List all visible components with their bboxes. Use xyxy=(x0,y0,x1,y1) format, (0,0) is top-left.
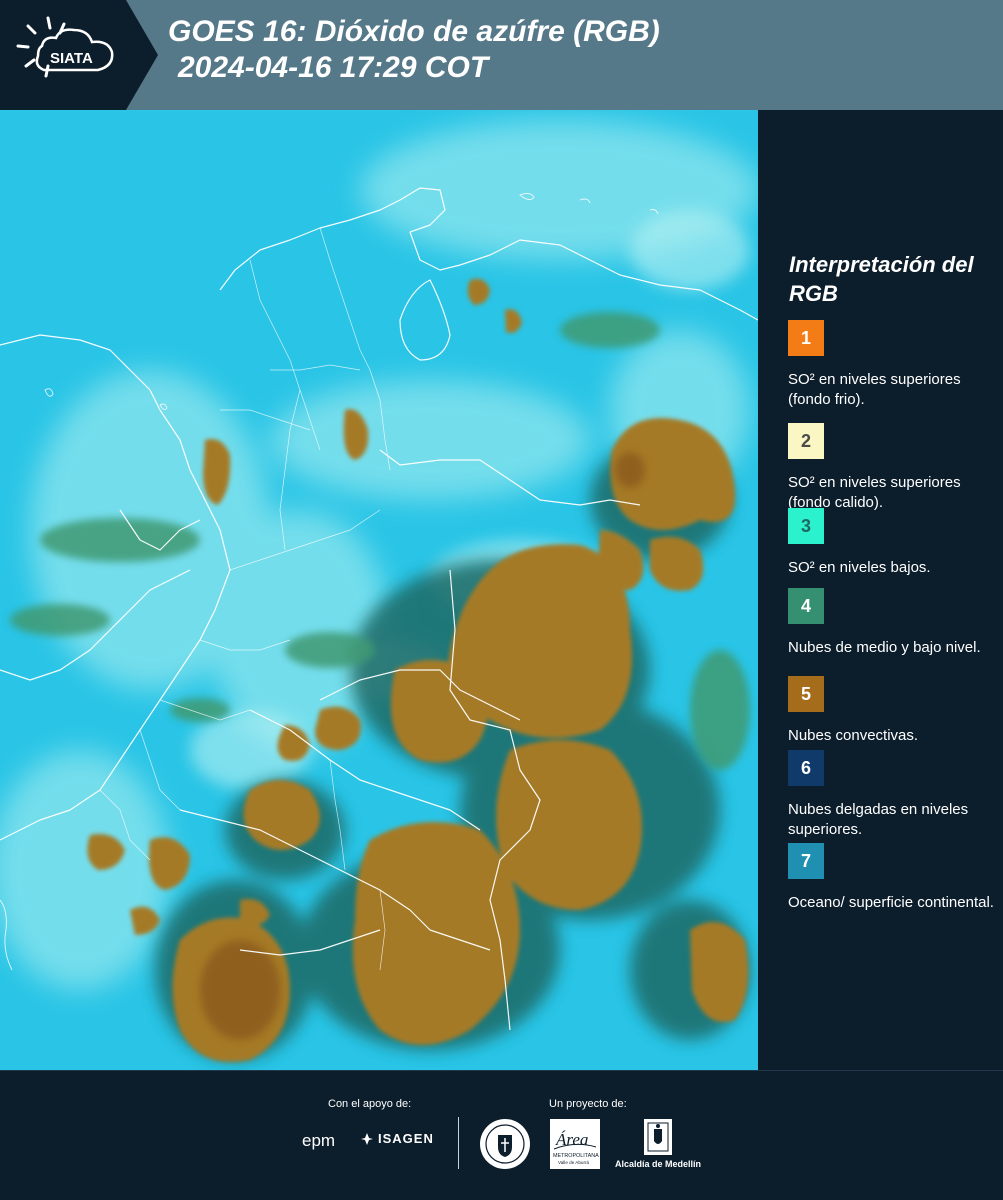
legend-item-7: 7 Oceano/ superficie continental. xyxy=(788,843,1000,913)
footer-divider xyxy=(458,1117,459,1169)
area-logo-subtext: METROPOLITANA xyxy=(553,1153,599,1159)
legend-item-4: 4 Nubes de medio y bajo nivel. xyxy=(788,588,1000,658)
area-logo-text: Área xyxy=(555,1130,588,1149)
siata-logo-text: SIATA xyxy=(50,50,93,67)
legend-item-1: 1 SO² en niveles superiores (fondo frio). xyxy=(788,320,1000,410)
project-label: Un proyecto de: xyxy=(549,1098,627,1110)
support-label: Con el apoyo de: xyxy=(328,1098,412,1110)
legend-item-5: 5 Nubes convectivas. xyxy=(788,676,1000,746)
area-metropolitana-logo: Área METROPOLITANA Valle de Aburrá xyxy=(550,1119,600,1169)
siata-logo-panel: SIATA xyxy=(0,0,158,110)
isagen-logo: ISAGEN xyxy=(360,1131,434,1146)
legend-swatch: 6 xyxy=(788,750,824,786)
legend-swatch: 4 xyxy=(788,588,824,624)
legend-label: SO² en niveles superiores (fondo frio). xyxy=(788,371,961,408)
legend-label: Nubes de medio y bajo nivel. xyxy=(788,639,981,656)
legend-swatch: 3 xyxy=(788,508,824,544)
header-bar: SIATA GOES 16: Dióxido de azúfre (RGB) 2… xyxy=(0,0,1003,110)
isagen-mark-icon xyxy=(361,1132,373,1145)
legend-swatch: 1 xyxy=(788,320,824,356)
timestamp: 2024-04-16 17:29 COT xyxy=(178,51,489,84)
alcaldia-medellin-logo: Alcaldía de Medellín xyxy=(612,1117,704,1177)
medellin-seal-icon xyxy=(480,1119,530,1169)
rgb-composite-image xyxy=(0,110,758,1070)
legend-panel: Interpretación del RGB 1 SO² en niveles s… xyxy=(758,110,1003,1070)
legend-swatch: 2 xyxy=(788,423,824,459)
legend-label: Oceano/ superficie continental. xyxy=(788,894,994,911)
epm-logo: epm xyxy=(302,1131,336,1150)
isagen-logo-text: ISAGEN xyxy=(378,1131,434,1146)
satellite-map[interactable] xyxy=(0,110,758,1070)
legend-title: Interpretación del RGB xyxy=(789,252,974,306)
area-logo-subtext-2: Valle de Aburrá xyxy=(558,1160,590,1165)
legend-swatch: 7 xyxy=(788,843,824,879)
legend-swatch: 5 xyxy=(788,676,824,712)
page-title: GOES 16: Dióxido de azúfre (RGB) xyxy=(168,15,660,48)
footer-bar: Con el apoyo de: Un proyecto de: epm ISA… xyxy=(0,1070,1003,1200)
legend-label: SO² en niveles bajos. xyxy=(788,559,931,576)
legend-label: Nubes convectivas. xyxy=(788,727,919,744)
alcaldia-label: Alcaldía de Medellín xyxy=(614,1159,702,1169)
legend-item-6: 6 Nubes delgadas en niveles superiores. xyxy=(788,750,1000,840)
alcaldia-crest-icon xyxy=(644,1119,672,1155)
legend-label: SO² en niveles superiores (fondo calido)… xyxy=(788,474,961,511)
legend-item-2: 2 SO² en niveles superiores (fondo calido… xyxy=(788,423,1000,513)
title-block: GOES 16: Dióxido de azúfre (RGB) 2024-04… xyxy=(168,14,988,86)
legend-label: Nubes delgadas en niveles superiores. xyxy=(788,801,969,838)
legend-item-3: 3 SO² en niveles bajos. xyxy=(788,508,1000,578)
